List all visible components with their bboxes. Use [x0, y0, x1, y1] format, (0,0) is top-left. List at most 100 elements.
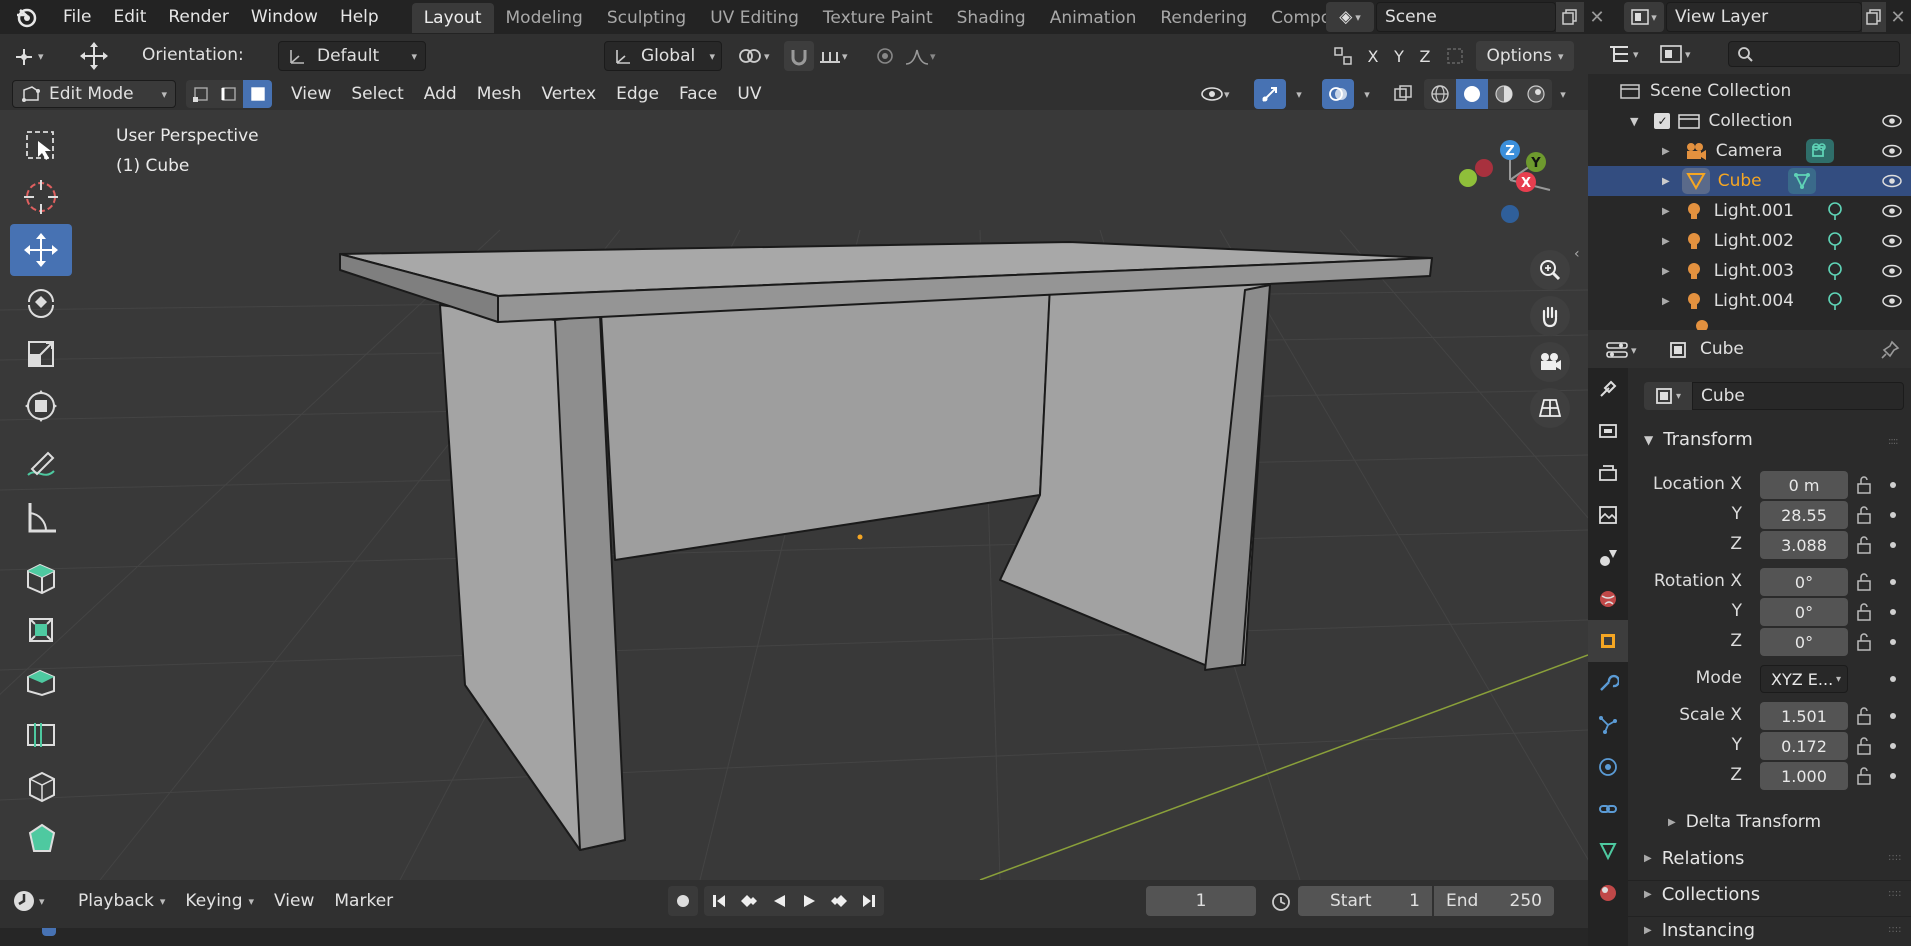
- playhead[interactable]: [42, 928, 56, 936]
- play-icon[interactable]: [794, 886, 824, 916]
- rotation-mode-dropdown[interactable]: XYZ E... ▾: [1760, 665, 1848, 693]
- keyframe-dot[interactable]: [1890, 609, 1896, 615]
- solid-shading-icon[interactable]: [1456, 79, 1488, 109]
- light-data-icon[interactable]: [1826, 291, 1844, 311]
- edge-select-icon[interactable]: [215, 80, 243, 108]
- tab-data-icon[interactable]: [1588, 830, 1628, 872]
- snap-target-dropdown[interactable]: ▾: [818, 41, 862, 71]
- timeline-editor-type[interactable]: ▾: [12, 886, 60, 916]
- menu-select[interactable]: Select: [341, 79, 413, 109]
- next-keyframe-icon[interactable]: [824, 886, 854, 916]
- timeline-ruler[interactable]: [0, 928, 1588, 946]
- outliner-item-camera[interactable]: ▶ Camera: [1588, 136, 1911, 166]
- menu-uv[interactable]: UV: [727, 79, 771, 109]
- menu-window[interactable]: Window: [240, 0, 329, 34]
- menu-help[interactable]: Help: [329, 0, 390, 34]
- jump-start-icon[interactable]: [704, 886, 734, 916]
- expand-icon[interactable]: ▶: [1662, 146, 1670, 157]
- editor-type-dropdown[interactable]: ▾: [12, 41, 60, 71]
- orientation-dropdown[interactable]: Default ▾: [278, 41, 426, 71]
- inset-tool[interactable]: [10, 656, 72, 708]
- knife-tool[interactable]: [10, 760, 72, 812]
- measure-tool[interactable]: [10, 492, 72, 544]
- rendered-shading-icon[interactable]: [1520, 79, 1552, 109]
- overlays-toggle-icon[interactable]: [1322, 79, 1354, 109]
- visibility-eye-icon[interactable]: [1881, 263, 1903, 279]
- view-layer-icon[interactable]: ▾: [1624, 2, 1664, 32]
- lock-icon[interactable]: [1856, 505, 1876, 525]
- tab-output-icon[interactable]: [1588, 452, 1628, 494]
- tab-particles-icon[interactable]: [1588, 704, 1628, 746]
- visibility-dropdown[interactable]: ▾: [1200, 79, 1246, 109]
- outliner-item-light-003[interactable]: ▶ Light.003: [1588, 256, 1911, 286]
- mirror-x-toggle[interactable]: X: [1360, 41, 1386, 71]
- tab-world-icon[interactable]: [1588, 578, 1628, 620]
- outliner-search-input[interactable]: [1728, 41, 1900, 67]
- topology-mirror-icon[interactable]: [1440, 41, 1470, 71]
- visibility-eye-icon[interactable]: [1881, 143, 1903, 159]
- menu-mesh[interactable]: Mesh: [467, 79, 532, 109]
- tab-physics-icon[interactable]: [1588, 746, 1628, 788]
- play-reverse-icon[interactable]: [764, 886, 794, 916]
- expand-icon[interactable]: ▶: [1662, 296, 1670, 307]
- location-y-field[interactable]: 28.55: [1760, 501, 1848, 529]
- instancing-panel-header[interactable]: ▶ Instancing: [1644, 920, 1755, 941]
- preview-range-icon[interactable]: [1266, 886, 1296, 916]
- collection-expand-icon[interactable]: ▼: [1630, 115, 1638, 128]
- tab-material-icon[interactable]: [1588, 872, 1628, 914]
- menu-add[interactable]: Add: [414, 79, 467, 109]
- annotate-tool[interactable]: [10, 440, 72, 492]
- 3d-viewport[interactable]: User Perspective (1) Cube Z Y X ‹: [0, 110, 1588, 880]
- lock-icon[interactable]: [1856, 475, 1876, 495]
- expand-icon[interactable]: ▶: [1662, 206, 1670, 217]
- tab-tool-icon[interactable]: [1588, 368, 1628, 410]
- outliner-editor-type[interactable]: ▾: [1608, 40, 1654, 68]
- camera-data-icon[interactable]: [1806, 139, 1834, 163]
- proportional-edit-icon[interactable]: [870, 41, 900, 71]
- tab-layout[interactable]: Layout: [411, 3, 494, 33]
- face-select-icon[interactable]: [243, 80, 272, 108]
- visibility-eye-icon[interactable]: [1881, 293, 1903, 309]
- shading-dropdown[interactable]: ▾: [1552, 79, 1574, 109]
- rotation-y-field[interactable]: 0°: [1760, 598, 1848, 626]
- light-data-icon[interactable]: [1826, 231, 1844, 251]
- tab-view-layer-icon[interactable]: [1588, 494, 1628, 536]
- keyframe-dot[interactable]: [1890, 579, 1896, 585]
- add-cube-tool[interactable]: [10, 552, 72, 604]
- mode-dropdown[interactable]: Edit Mode ▾: [12, 80, 176, 108]
- display-mode-dropdown[interactable]: ▾: [1660, 40, 1706, 68]
- light-data-icon[interactable]: [1826, 201, 1844, 221]
- vertex-select-icon[interactable]: [186, 80, 215, 108]
- scale-x-field[interactable]: 1.501: [1760, 702, 1848, 730]
- blender-logo-icon[interactable]: [0, 0, 52, 34]
- pivot-point-dropdown[interactable]: ▾: [736, 41, 782, 71]
- drag-handle-icon[interactable]: ::::: [1888, 436, 1902, 447]
- menu-edit[interactable]: Edit: [102, 0, 157, 34]
- rotate-tool[interactable]: [10, 276, 72, 328]
- object-data-dropdown[interactable]: ▾: [1644, 382, 1692, 410]
- scene-name-field[interactable]: Scene: [1376, 2, 1556, 32]
- drag-handle-icon[interactable]: ::::: [1888, 852, 1901, 863]
- perspective-grid-icon[interactable]: [1530, 388, 1570, 428]
- wireframe-shading-icon[interactable]: [1424, 79, 1456, 109]
- outliner-item-light-001[interactable]: ▶ Light.001: [1588, 196, 1911, 226]
- cursor-tool[interactable]: [10, 170, 72, 224]
- outliner-item-light-004[interactable]: ▶ Light.004: [1588, 286, 1911, 316]
- jump-end-icon[interactable]: [854, 886, 884, 916]
- menu-edge[interactable]: Edge: [606, 79, 669, 109]
- keyframe-dot[interactable]: [1890, 676, 1896, 682]
- lock-icon[interactable]: [1856, 706, 1876, 726]
- mirror-y-toggle[interactable]: Y: [1386, 41, 1412, 71]
- lock-icon[interactable]: [1856, 632, 1876, 652]
- extrude-tool[interactable]: [10, 604, 72, 656]
- transform-orientation-dropdown[interactable]: Global ▾: [604, 41, 722, 71]
- start-frame-field[interactable]: Start 1: [1298, 886, 1432, 916]
- record-button[interactable]: [668, 886, 698, 916]
- menu-timeline-view[interactable]: View: [264, 886, 324, 916]
- keyframe-dot[interactable]: [1890, 482, 1896, 488]
- keyframe-dot[interactable]: [1890, 512, 1896, 518]
- prev-keyframe-icon[interactable]: [734, 886, 764, 916]
- end-frame-field[interactable]: End 250: [1434, 886, 1554, 916]
- rotation-z-field[interactable]: 0°: [1760, 628, 1848, 656]
- current-frame-field[interactable]: 1: [1146, 886, 1256, 916]
